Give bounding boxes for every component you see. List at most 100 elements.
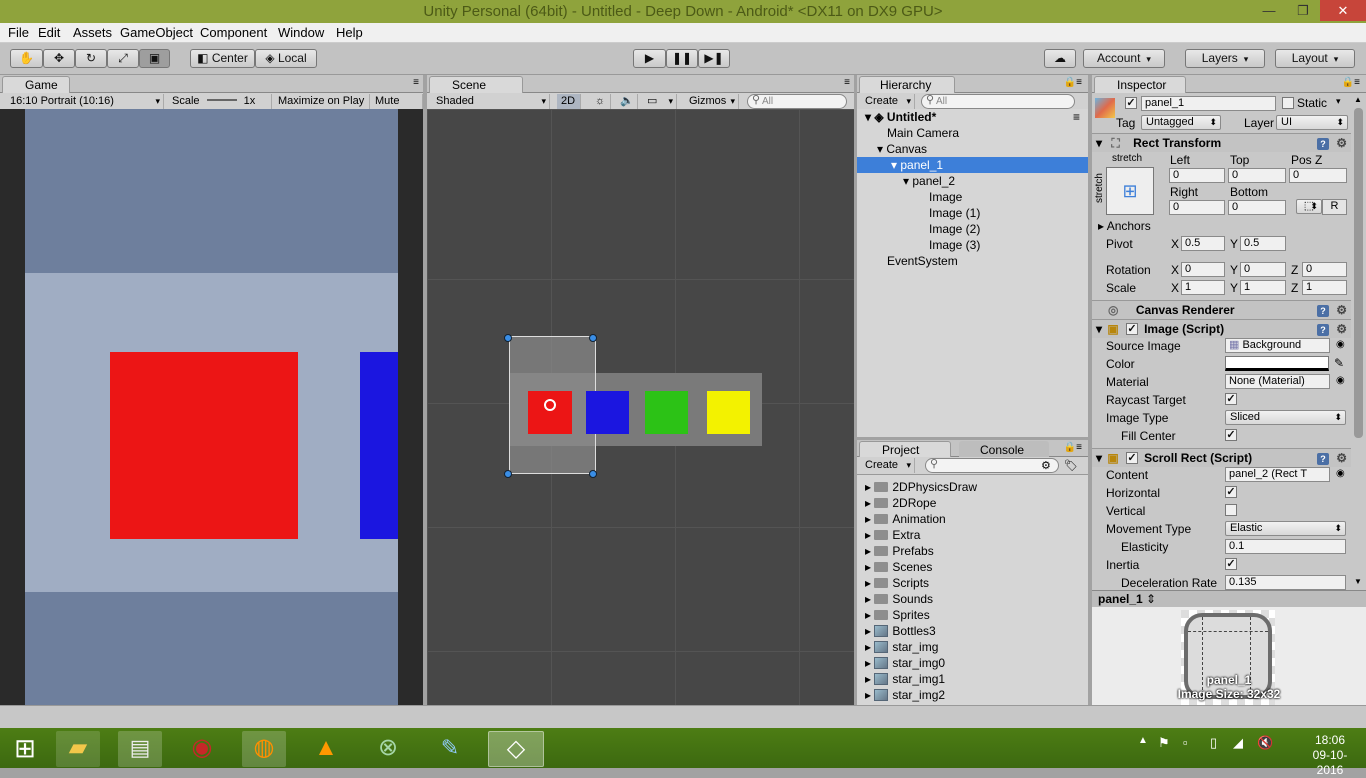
canvas-renderer-header[interactable]: ◎ Canvas Renderer ? ⚙ [1092, 300, 1351, 319]
image-enabled-checkbox[interactable]: ✓ [1126, 323, 1138, 335]
lock-icon[interactable]: 🔒≡ [1342, 77, 1360, 88]
rect-handle-icon[interactable] [504, 334, 512, 342]
cloud-icon[interactable]: ☁ [1044, 49, 1076, 68]
foldout-arrow-icon[interactable]: ▾ [1096, 451, 1102, 465]
lighting-icon[interactable]: ☼ [591, 94, 611, 109]
scene-menu-icon[interactable]: ≡ [1073, 109, 1080, 125]
tab-hierarchy[interactable]: Hierarchy [859, 76, 955, 93]
effects-icon[interactable]: ▭ [643, 94, 677, 109]
project-folder[interactable]: ▸ Prefabs [857, 543, 1088, 559]
clock[interactable]: 18:06 09-10-2016 [1300, 733, 1360, 778]
pivot-center-button[interactable]: ◧ Center [190, 49, 255, 68]
hierarchy-create-dropdown[interactable]: Create [861, 94, 915, 109]
hierarchy-item-main-camera[interactable]: Main Camera [857, 125, 1088, 141]
menu-window[interactable]: Window [278, 25, 324, 40]
panel-menu-icon[interactable]: ≡ [413, 77, 419, 88]
hierarchy-item-eventsystem[interactable]: EventSystem [857, 253, 1088, 269]
network-status-icon[interactable]: ▫ [1183, 735, 1188, 750]
filter-label-icon[interactable]: 🏷 [1064, 459, 1078, 472]
project-folder[interactable]: ▸ Extra [857, 527, 1088, 543]
object-name-field[interactable]: panel_1 [1141, 96, 1276, 111]
scene-search-input[interactable]: All [747, 94, 847, 109]
hierarchy-item-canvas[interactable]: ▾ Canvas [857, 141, 1088, 157]
aspect-dropdown[interactable]: 16:10 Portrait (10:16) [6, 94, 164, 109]
gear-icon[interactable]: ⚙ [1336, 449, 1347, 467]
rect-handle-icon[interactable] [589, 470, 597, 478]
pivot-x-field[interactable]: 0.5 [1181, 236, 1225, 251]
help-icon[interactable]: ? [1317, 138, 1329, 150]
notepad-icon[interactable]: ▤ [118, 731, 162, 767]
restore-button[interactable]: ❐ [1286, 0, 1320, 21]
gear-icon[interactable]: ⚙ [1336, 320, 1347, 338]
scale-y-field[interactable]: 1 [1240, 280, 1286, 295]
raw-edit-button[interactable]: R [1322, 199, 1347, 215]
minimize-button[interactable]: — [1252, 0, 1286, 21]
gear-icon[interactable]: ⚙ [1336, 134, 1347, 152]
menu-gameobject[interactable]: GameObject [120, 25, 193, 40]
object-picker-icon[interactable]: ◉ [1336, 375, 1345, 386]
blueprint-mode-button[interactable]: ⬚ [1296, 199, 1322, 214]
left-field[interactable]: 0 [1169, 168, 1225, 183]
project-create-dropdown[interactable]: Create [861, 458, 915, 473]
scrollbar-thumb[interactable] [1354, 108, 1363, 438]
game-view[interactable] [0, 109, 423, 705]
tag-dropdown[interactable]: Untagged [1141, 115, 1221, 130]
resize-handle-icon[interactable]: ⇕ [1146, 592, 1156, 606]
rotation-y-field[interactable]: 0 [1240, 262, 1286, 277]
project-folder[interactable]: ▸ Scripts [857, 575, 1088, 591]
scale-x-field[interactable]: 1 [1181, 280, 1225, 295]
hierarchy-item-image-2[interactable]: Image (2) [857, 221, 1088, 237]
tab-game[interactable]: Game [2, 76, 70, 93]
object-picker-icon[interactable]: ◉ [1336, 339, 1345, 350]
help-icon[interactable]: ? [1317, 324, 1329, 336]
filter-type-icon[interactable]: ⚙ [1041, 459, 1051, 472]
hierarchy-item-image[interactable]: Image [857, 189, 1088, 205]
unity-icon[interactable]: ◇ [488, 731, 544, 767]
foldout-arrow-icon[interactable]: ▾ [1096, 322, 1102, 336]
volume-muted-icon[interactable]: 🔇 [1257, 735, 1273, 751]
image-type-dropdown[interactable]: Sliced [1225, 410, 1346, 425]
right-field[interactable]: 0 [1169, 200, 1225, 215]
close-button[interactable]: ✕ [1320, 0, 1366, 21]
menu-help[interactable]: Help [336, 25, 363, 40]
step-icon[interactable]: ▶❚ [698, 49, 730, 68]
rect-transform-header[interactable]: ▾ ⛶ Rect Transform ? ⚙ [1092, 133, 1351, 152]
scale-slider[interactable] [206, 99, 237, 101]
project-search-input[interactable] [925, 458, 1059, 473]
wifi-signal-icon[interactable]: ◢ [1233, 735, 1243, 751]
mute-audio-toggle[interactable]: Mute aud [371, 94, 423, 122]
project-asset[interactable]: ▸ Bottles3 [857, 623, 1088, 639]
android-studio-icon[interactable]: ⊗ [366, 731, 410, 767]
project-folder[interactable]: ▸ Sounds [857, 591, 1088, 607]
windows-start-icon[interactable]: ⊞ [4, 731, 46, 767]
paint-icon[interactable]: ✎ [428, 731, 472, 767]
rotation-z-field[interactable]: 0 [1302, 262, 1347, 277]
vlc-icon[interactable]: ▲ [304, 731, 348, 767]
play-icon[interactable]: ▶ [633, 49, 666, 68]
gear-icon[interactable]: ⚙ [1336, 301, 1347, 319]
layers-dropdown[interactable]: Layers [1185, 49, 1265, 68]
movement-type-dropdown[interactable]: Elastic [1225, 521, 1346, 536]
hand-tool-icon[interactable]: ✋ [10, 49, 43, 68]
project-folder[interactable]: ▸ Sprites [857, 607, 1088, 623]
anchor-preset-button[interactable]: ⊞ [1106, 167, 1154, 215]
recorder-icon[interactable]: ◉ [180, 731, 224, 767]
project-asset[interactable]: ▸ star_img [857, 639, 1088, 655]
gizmos-dropdown[interactable]: Gizmos [685, 94, 739, 109]
hierarchy-item-image-3[interactable]: Image (3) [857, 237, 1088, 253]
preview-header[interactable]: panel_1 ⇕ [1092, 590, 1366, 607]
show-hidden-icons-icon[interactable]: ▲ [1138, 735, 1148, 746]
hierarchy-item-panel-1[interactable]: ▾ panel_1 [857, 157, 1088, 173]
lock-icon[interactable]: 🔒≡ [1064, 77, 1082, 88]
bottom-field[interactable]: 0 [1228, 200, 1286, 215]
scale-tool-icon[interactable]: ⤢ [107, 49, 139, 68]
audio-icon[interactable]: 🔈 [616, 94, 638, 109]
anchors-foldout[interactable]: ▸ Anchors [1098, 219, 1151, 233]
tab-scene[interactable]: Scene [429, 76, 523, 93]
source-image-field[interactable]: ▦ Background [1225, 338, 1330, 353]
shading-dropdown[interactable]: Shaded [432, 94, 550, 109]
move-tool-icon[interactable]: ✥ [43, 49, 75, 68]
account-dropdown[interactable]: Account [1083, 49, 1165, 68]
foldout-arrow-icon[interactable]: ▾ [1096, 136, 1102, 150]
project-folder[interactable]: ▸ 2DRope [857, 495, 1088, 511]
